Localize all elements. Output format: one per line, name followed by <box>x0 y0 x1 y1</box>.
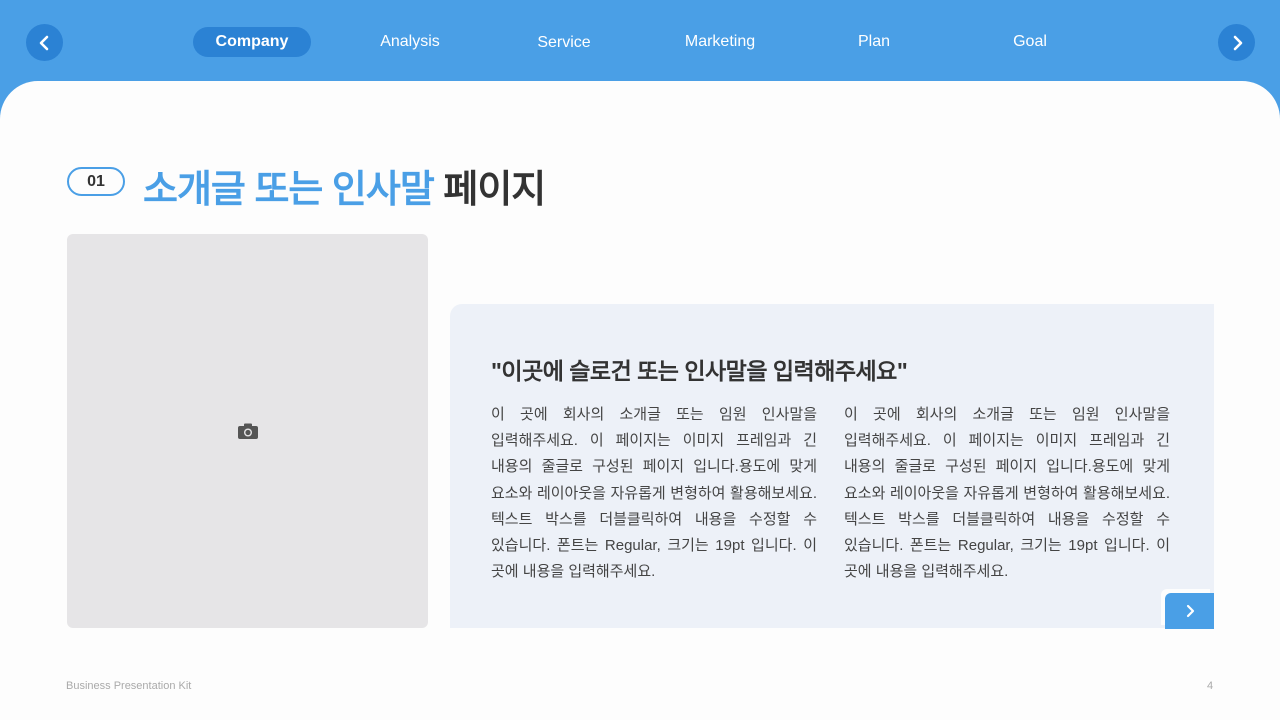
chevron-right-icon <box>1233 35 1242 50</box>
footer-brand: Business Presentation Kit <box>66 680 192 692</box>
tab-plan[interactable]: Plan <box>834 27 914 57</box>
page-title-rest: 페이지 <box>433 169 546 211</box>
body-text-column-1[interactable]: 이 곳에 회사의 소개글 또는 임원 인사말을 입력해주세요. 이 페이지는 이… <box>491 402 817 585</box>
text-card: "이곳에 슬로건 또는 인사말을 입력해주세요" 이 곳에 회사의 소개글 또는… <box>450 304 1214 628</box>
tab-marketing[interactable]: Marketing <box>665 27 775 57</box>
page-title: 소개글 또는 인사말 페이지 <box>143 158 546 213</box>
tab-goal[interactable]: Goal <box>990 27 1070 57</box>
slogan-text[interactable]: "이곳에 슬로건 또는 인사말을 입력해주세요" <box>491 352 908 386</box>
chevron-left-icon <box>39 35 48 50</box>
tab-service[interactable]: Service <box>514 28 614 58</box>
body-text-column-2[interactable]: 이 곳에 회사의 소개글 또는 임원 인사말을 입력해주세요. 이 페이지는 이… <box>844 402 1170 585</box>
tab-analysis[interactable]: Analysis <box>360 27 460 57</box>
prev-page-button[interactable] <box>26 24 63 61</box>
page-title-accent: 소개글 또는 인사말 <box>143 169 435 211</box>
section-number-badge: 01 <box>67 167 125 196</box>
more-button[interactable] <box>1165 593 1214 629</box>
chevron-right-icon <box>1186 604 1194 618</box>
top-navigation-bar: Company Analysis Service Marketing Plan … <box>0 0 1280 90</box>
next-page-button[interactable] <box>1218 24 1255 61</box>
page-number: 4 <box>1207 680 1214 692</box>
image-placeholder[interactable] <box>67 234 428 628</box>
tab-company[interactable]: Company <box>193 27 311 57</box>
camera-icon <box>237 423 258 439</box>
